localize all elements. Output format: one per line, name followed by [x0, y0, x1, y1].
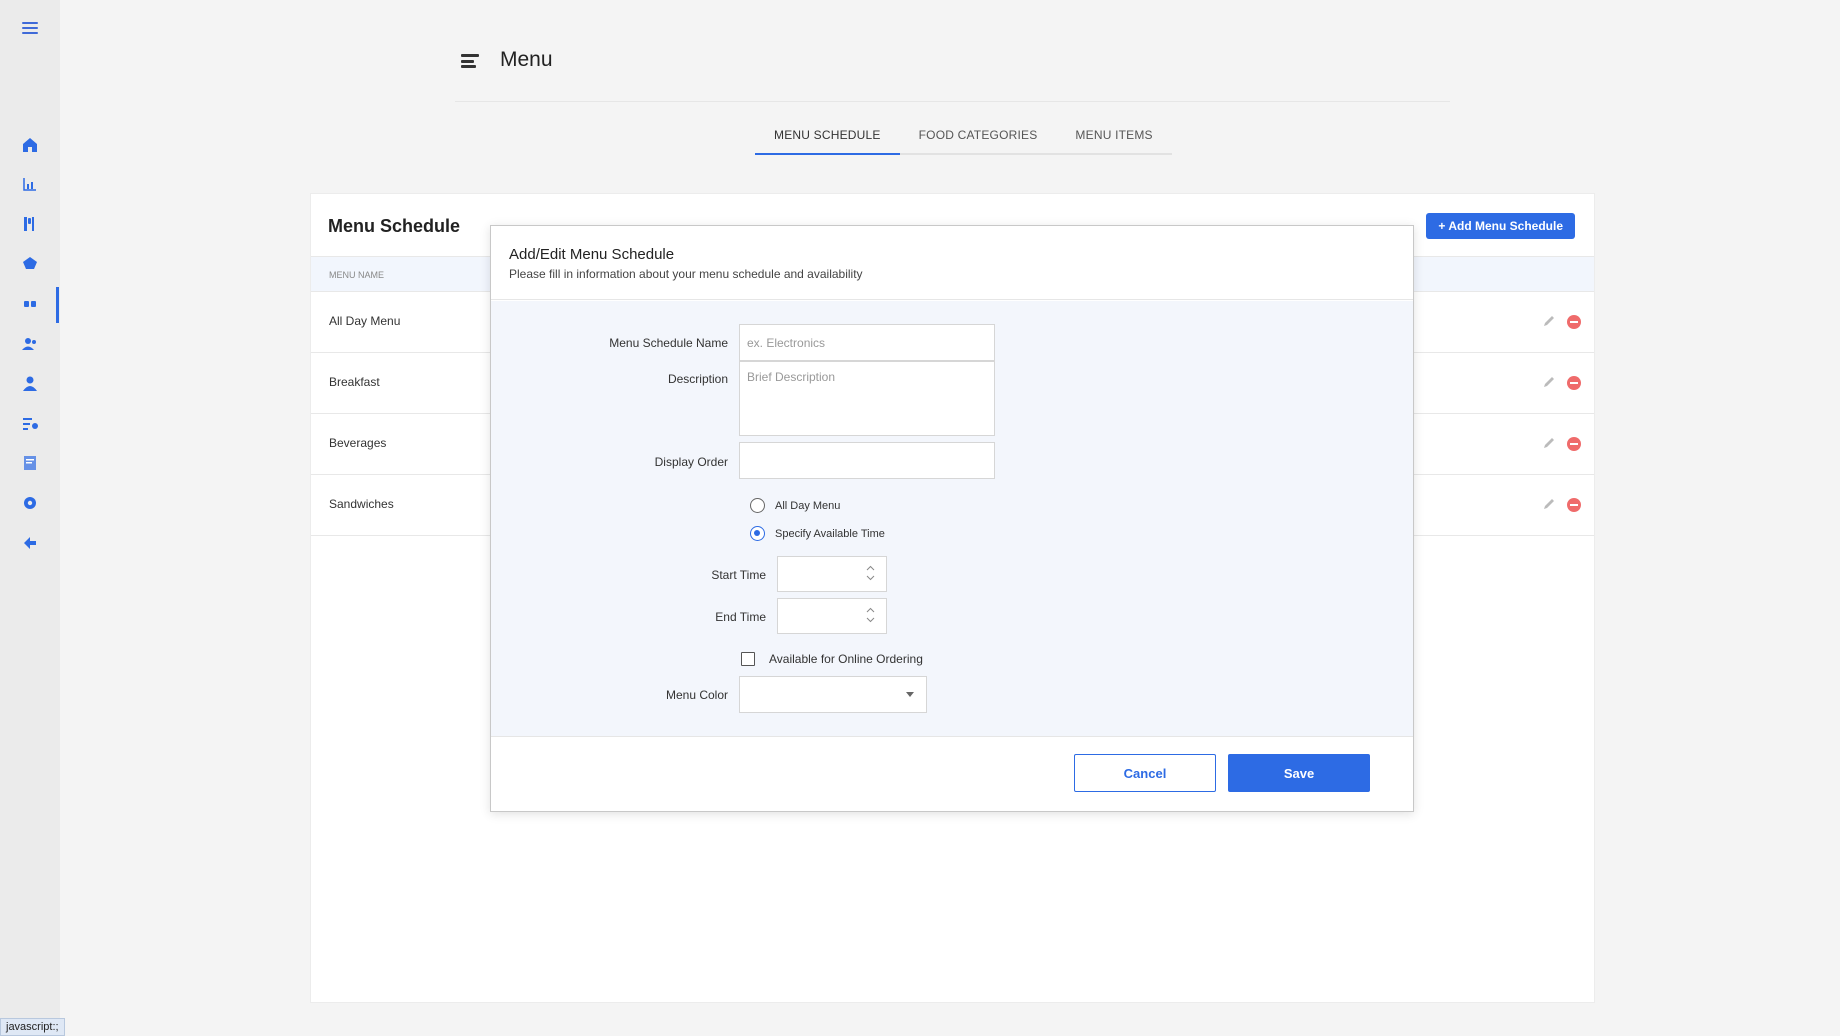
hamburger-icon[interactable]	[22, 22, 38, 34]
sidebar-item-profile[interactable]	[0, 367, 60, 401]
delete-icon[interactable]	[1567, 315, 1581, 329]
radio-button[interactable]	[750, 498, 765, 513]
chevron-up-icon[interactable]	[866, 565, 875, 571]
home-icon	[23, 138, 37, 152]
delete-icon[interactable]	[1567, 437, 1581, 451]
specify-available-time-radio[interactable]: Specify Available Time	[750, 526, 885, 541]
menu-schedule-name-label: Menu Schedule Name	[609, 336, 728, 350]
all-day-menu-label: All Day Menu	[775, 499, 841, 512]
sidebar-item-analytics[interactable]	[0, 246, 60, 280]
tab-bar: MENU SCHEDULE FOOD CATEGORIES MENU ITEMS	[755, 120, 1172, 155]
pencil-icon[interactable]	[1542, 436, 1556, 450]
tab-menu-items[interactable]: MENU ITEMS	[1056, 120, 1171, 153]
modal-subtitle: Please fill in information about your me…	[509, 267, 863, 281]
sidebar-item-documents[interactable]	[0, 446, 60, 480]
description-label: Description	[667, 372, 728, 386]
delete-icon[interactable]	[1567, 376, 1581, 390]
chart-icon	[23, 178, 36, 191]
online-ordering-label: Available for Online Ordering	[769, 652, 923, 666]
sidebar-item-settings[interactable]	[0, 486, 60, 520]
modal-title: Add/Edit Menu Schedule	[509, 246, 675, 263]
start-time-label: Start Time	[711, 568, 766, 582]
page-header: Menu	[455, 40, 1450, 102]
modal-header: Add/Edit Menu Schedule Please fill in in…	[491, 226, 1413, 300]
tab-food-categories[interactable]: FOOD CATEGORIES	[900, 120, 1057, 153]
save-button[interactable]: Save	[1228, 754, 1370, 792]
back-arrow-icon	[24, 537, 36, 549]
chevron-down-icon[interactable]	[866, 575, 875, 581]
chevron-down-icon[interactable]	[866, 617, 875, 623]
end-time-stepper[interactable]	[777, 598, 887, 634]
menu-cards-icon	[24, 301, 36, 307]
add-menu-schedule-button[interactable]: + Add Menu Schedule	[1426, 213, 1575, 239]
sidebar-item-back[interactable]	[0, 526, 60, 560]
sidebar-item-staff-list[interactable]	[0, 407, 60, 441]
description-textarea[interactable]	[739, 361, 995, 436]
online-ordering-checkbox-row[interactable]: Available for Online Ordering	[741, 652, 923, 666]
sidebar-item-reports[interactable]	[0, 167, 60, 201]
menu-color-label: Menu Color	[665, 688, 728, 702]
sidebar-item-menu[interactable]	[0, 207, 60, 241]
pencil-icon[interactable]	[1542, 375, 1556, 389]
card-title: Menu Schedule	[328, 216, 461, 236]
sidebar-item-menu-cards[interactable]	[0, 287, 60, 323]
start-time-stepper[interactable]	[777, 556, 887, 592]
page-title: Menu	[500, 48, 553, 71]
menu-toggle-icon[interactable]	[461, 54, 479, 68]
gear-icon	[24, 497, 36, 509]
row-name: Beverages	[329, 436, 387, 450]
cancel-button[interactable]: Cancel	[1074, 754, 1216, 792]
display-order-input[interactable]	[739, 442, 995, 479]
row-name: Sandwiches	[329, 497, 394, 511]
row-name: All Day Menu	[329, 314, 401, 328]
users-icon	[22, 338, 36, 350]
specify-available-time-label: Specify Available Time	[775, 527, 885, 540]
column-header-menu-name: MENU NAME	[329, 270, 385, 280]
chevron-up-icon[interactable]	[866, 607, 875, 613]
utensils-icon	[24, 217, 34, 231]
sidebar	[0, 0, 60, 1036]
end-time-label: End Time	[715, 610, 766, 624]
pencil-icon[interactable]	[1542, 497, 1556, 511]
list-user-icon	[23, 418, 38, 430]
tab-menu-schedule[interactable]: MENU SCHEDULE	[755, 120, 900, 155]
caret-down-icon	[906, 692, 914, 697]
display-order-label: Display Order	[654, 455, 728, 469]
menu-color-select[interactable]	[739, 676, 927, 713]
radio-button[interactable]	[750, 526, 765, 541]
browser-status-bar: javascript:;	[0, 1018, 65, 1036]
all-day-menu-radio[interactable]: All Day Menu	[750, 498, 840, 513]
pencil-icon[interactable]	[1542, 314, 1556, 328]
modal-form: Menu Schedule Name Description Display O…	[491, 301, 1413, 737]
add-edit-menu-schedule-modal: Add/Edit Menu Schedule Please fill in in…	[490, 225, 1414, 812]
sidebar-item-home[interactable]	[0, 128, 60, 162]
sidebar-item-users[interactable]	[0, 327, 60, 361]
menu-schedule-name-input[interactable]	[739, 324, 995, 361]
user-icon	[23, 376, 37, 391]
row-name: Breakfast	[329, 375, 380, 389]
online-ordering-checkbox[interactable]	[741, 652, 755, 666]
delete-icon[interactable]	[1567, 498, 1581, 512]
report-icon	[24, 456, 36, 470]
pie-icon	[23, 257, 37, 269]
